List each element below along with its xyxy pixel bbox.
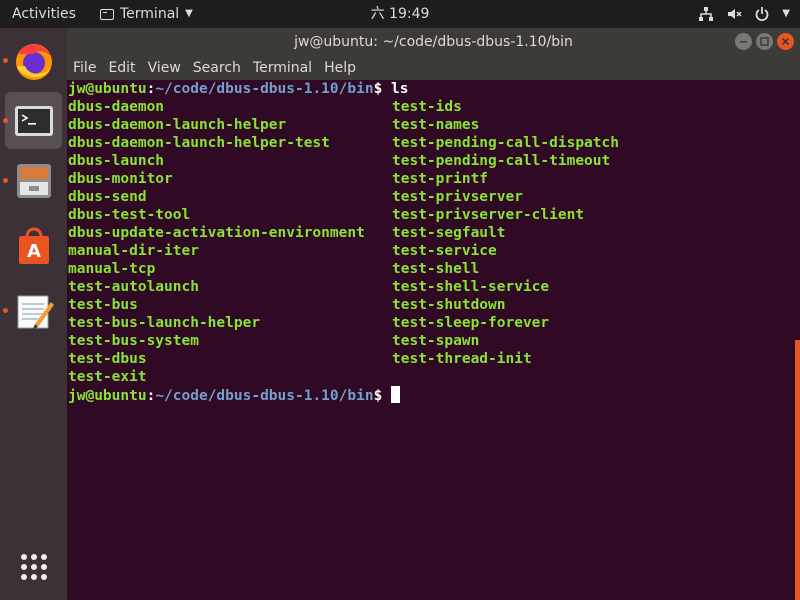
minimize-icon [740, 41, 747, 43]
command-text: ls [391, 81, 409, 97]
firefox-icon [16, 44, 52, 80]
chevron-down-icon: ▼ [782, 8, 790, 19]
menu-terminal[interactable]: Terminal [247, 56, 318, 80]
prompt-path: ~/code/dbus-dbus-1.10/bin [155, 388, 374, 404]
file-entry: test-printf [392, 171, 489, 187]
file-entry: test-pending-call-dispatch [392, 135, 619, 151]
file-entry: test-shutdown [392, 297, 506, 313]
close-button[interactable] [777, 33, 794, 50]
system-tray[interactable]: ▼ [698, 0, 790, 28]
network-icon [698, 6, 714, 22]
dock-item-files[interactable] [3, 152, 62, 209]
dock: A [0, 28, 67, 600]
file-entry: test-bus-system [68, 333, 199, 349]
running-indicator [3, 178, 8, 183]
top-bar: Activities Terminal ▼ 六 19:49 ▼ [0, 0, 800, 28]
file-entry: dbus-send [68, 189, 147, 205]
file-entry: test-pending-call-timeout [392, 153, 611, 169]
dock-item-text-editor[interactable] [3, 282, 62, 339]
file-entry: test-service [392, 243, 497, 259]
maximize-button[interactable] [756, 33, 773, 50]
file-entry: test-names [392, 117, 480, 133]
power-icon [754, 6, 770, 22]
files-icon [17, 164, 51, 198]
running-indicator [3, 308, 8, 313]
file-entry: test-shell [392, 261, 480, 277]
file-entry: test-thread-init [392, 351, 532, 367]
show-apps-icon [21, 554, 47, 580]
file-entry: test-exit [68, 369, 147, 385]
prompt-path: ~/code/dbus-dbus-1.10/bin [155, 81, 374, 97]
file-entry: test-spawn [392, 333, 480, 349]
dock-item-terminal[interactable] [3, 92, 62, 149]
maximize-icon [760, 37, 769, 46]
prompt-symbol: $ [373, 81, 383, 97]
close-icon [781, 37, 790, 46]
menu-file[interactable]: File [67, 56, 102, 80]
terminal-icon [15, 106, 53, 136]
file-entry: dbus-daemon-launch-helper-test [68, 135, 330, 151]
clock[interactable]: 六 19:49 [0, 0, 800, 28]
file-entry: test-dbus [68, 351, 147, 367]
file-entry: dbus-launch [68, 153, 165, 169]
terminal-output[interactable]: jw@ubuntu:~/code/dbus-dbus-1.10/bin$ ls … [67, 80, 791, 600]
volume-muted-icon [726, 6, 742, 22]
running-indicator [3, 118, 8, 123]
file-entry: test-sleep-forever [392, 315, 550, 331]
file-entry: dbus-monitor [68, 171, 173, 187]
prompt-line: jw@ubuntu:~/code/dbus-dbus-1.10/bin$ ls [68, 81, 409, 97]
file-entry: test-shell-service [392, 279, 550, 295]
text-editor-icon [17, 295, 54, 329]
menu-bar: File Edit View Search Terminal Help [67, 56, 800, 80]
text-cursor [391, 386, 401, 403]
file-entry: dbus-test-tool [68, 207, 191, 223]
file-entry: test-privserver [392, 189, 523, 205]
menu-edit[interactable]: Edit [102, 56, 141, 80]
window-title: jw@ubuntu: ~/code/dbus-dbus-1.10/bin [294, 34, 573, 50]
file-entry: dbus-update-activation-environment [68, 225, 365, 241]
running-indicator [3, 58, 8, 63]
file-entry: test-ids [392, 99, 462, 115]
software-icon: A [19, 227, 49, 264]
svg-text:A: A [27, 241, 41, 262]
window-titlebar[interactable]: jw@ubuntu: ~/code/dbus-dbus-1.10/bin [67, 28, 800, 56]
file-entry: dbus-daemon [68, 99, 165, 115]
show-applications-button[interactable] [5, 538, 62, 595]
minimize-button[interactable] [735, 33, 752, 50]
file-entry: manual-dir-iter [68, 243, 199, 259]
menu-help[interactable]: Help [318, 56, 362, 80]
menu-search[interactable]: Search [187, 56, 247, 80]
dock-item-firefox[interactable] [3, 32, 62, 89]
file-entry: test-bus [68, 297, 138, 313]
dock-item-software[interactable]: A [5, 218, 62, 275]
scrollbar[interactable] [795, 340, 800, 600]
file-entry: test-privserver-client [392, 207, 585, 223]
file-entry: test-autolaunch [68, 279, 199, 295]
file-entry: dbus-daemon-launch-helper [68, 117, 287, 133]
file-entry: test-bus-launch-helper [68, 315, 261, 331]
prompt-symbol: $ [373, 388, 383, 404]
menu-view[interactable]: View [142, 56, 187, 80]
file-entry: test-segfault [392, 225, 506, 241]
terminal-window: jw@ubuntu: ~/code/dbus-dbus-1.10/bin Fil… [67, 28, 800, 600]
prompt-user: jw@ubuntu [68, 81, 147, 97]
file-entry: manual-tcp [68, 261, 156, 277]
prompt-user: jw@ubuntu [68, 388, 147, 404]
prompt-line: jw@ubuntu:~/code/dbus-dbus-1.10/bin$ [68, 386, 401, 405]
